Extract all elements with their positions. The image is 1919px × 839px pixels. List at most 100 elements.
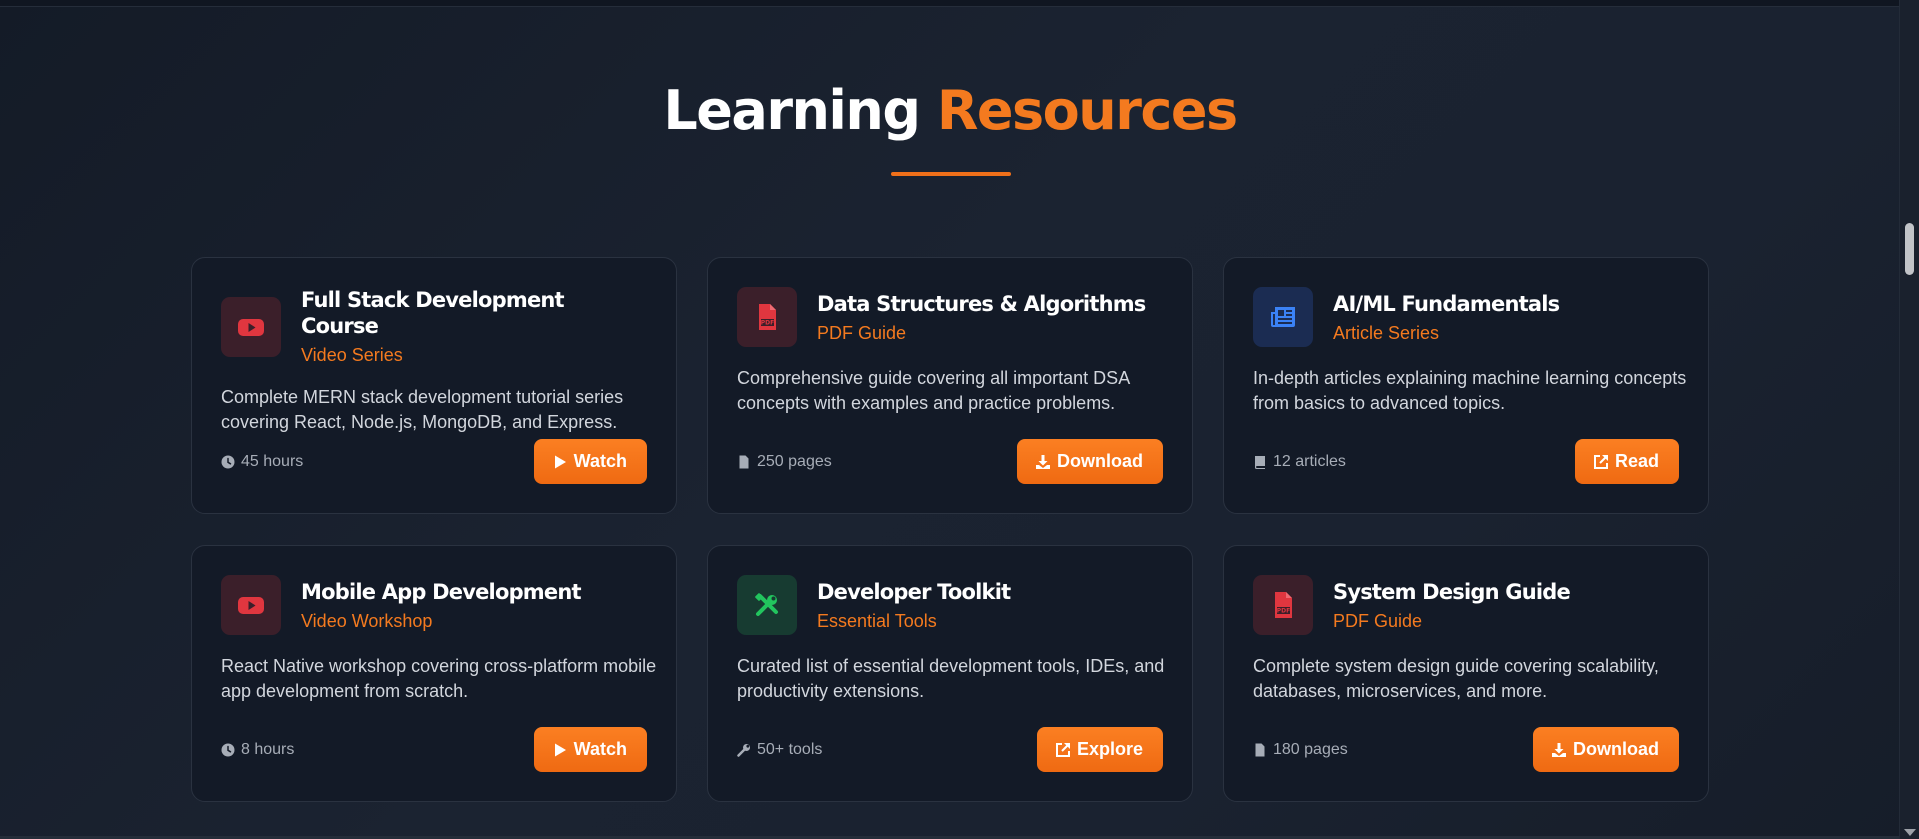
section-title-white: Learning <box>663 79 921 142</box>
play-icon <box>552 742 574 758</box>
card-header: AI/ML Fundamentals Article Series <box>1253 287 1679 347</box>
card-meta: 8 hours <box>221 741 294 759</box>
play-icon <box>552 454 574 470</box>
card-header: PDF System Design Guide PDF Guide <box>1253 575 1679 635</box>
card-icon-tile: PDF <box>1253 575 1313 635</box>
card-meta-text: 50+ tools <box>757 740 823 758</box>
download-button[interactable]: Download <box>1533 727 1679 772</box>
resources-grid: Full Stack Development Course Video Seri… <box>191 257 1709 802</box>
card-type: Video Series <box>301 345 403 365</box>
card-heading: Data Structures & Algorithms PDF Guide <box>817 291 1146 344</box>
card-icon-tile: PDF <box>737 287 797 347</box>
youtube-icon <box>236 590 266 620</box>
card-footer: 180 pages Download <box>1253 727 1679 772</box>
card-heading: Mobile App Development Video Workshop <box>301 579 582 632</box>
card-meta-text: 45 hours <box>241 452 304 470</box>
vertical-scrollbar[interactable] <box>1899 0 1919 839</box>
resource-card-toolkit: Developer Toolkit Essential Tools Curate… <box>707 545 1193 802</box>
card-icon-tile <box>221 575 281 635</box>
button-label: Explore <box>1076 739 1143 759</box>
card-footer: 50+ tools Explore <box>737 727 1163 772</box>
card-description: React Native workshop covering cross-pla… <box>221 656 657 701</box>
card-icon-tile <box>1253 287 1313 347</box>
card-footer: 8 hours Watch <box>221 727 647 772</box>
scroll-down-arrow-icon[interactable] <box>1904 829 1916 836</box>
download-button[interactable]: Download <box>1017 439 1163 484</box>
card-type: PDF Guide <box>1333 610 1423 631</box>
card-header: Full Stack Development Course Video Seri… <box>221 287 647 366</box>
button-label: Watch <box>573 739 627 759</box>
card-header: PDF Data Structures & Algorithms PDF Gui… <box>737 287 1163 347</box>
card-meta: 45 hours <box>221 453 303 471</box>
explore-button[interactable]: Explore <box>1036 727 1163 772</box>
card-heading: Full Stack Development Course Video Seri… <box>301 287 647 366</box>
card-title: AI/ML Fundamentals <box>1333 291 1560 316</box>
tools-icon <box>752 590 782 620</box>
resource-card-full-stack: Full Stack Development Course Video Seri… <box>191 257 677 514</box>
download-icon <box>1035 454 1057 470</box>
resource-card-mobile-app: Mobile App Development Video Workshop Re… <box>191 545 677 802</box>
card-heading: AI/ML Fundamentals Article Series <box>1333 291 1560 344</box>
external-link-icon <box>1593 454 1615 470</box>
file-icon <box>1253 743 1273 757</box>
pdf-icon: PDF <box>1268 590 1298 620</box>
card-icon-tile <box>737 575 797 635</box>
section-title-accent: Resources <box>936 79 1238 142</box>
newspaper-icon <box>1268 302 1298 332</box>
card-footer: 45 hours Watch <box>221 439 647 484</box>
card-meta-text: 12 articles <box>1273 452 1346 470</box>
card-meta-text: 250 pages <box>757 452 832 470</box>
card-title: Mobile App Development <box>301 579 582 604</box>
section-title: Learning Resources <box>0 78 1900 144</box>
card-footer: 250 pages Download <box>737 439 1163 484</box>
card-meta-text: 8 hours <box>241 740 295 758</box>
top-section-edge <box>0 0 1900 7</box>
button-label: Download <box>1573 739 1659 759</box>
card-description: Comprehensive guide covering all importa… <box>737 368 1130 413</box>
card-icon-tile <box>221 296 281 357</box>
card-title: System Design Guide <box>1333 579 1571 604</box>
button-label: Read <box>1614 451 1659 471</box>
download-icon <box>1551 742 1573 758</box>
watch-button[interactable]: Watch <box>533 439 647 484</box>
card-type: PDF Guide <box>817 322 907 343</box>
resource-card-dsa: PDF Data Structures & Algorithms PDF Gui… <box>707 257 1193 514</box>
title-underline <box>891 172 1011 176</box>
pdf-icon: PDF <box>752 302 782 332</box>
wrench-icon <box>737 743 757 757</box>
card-footer: 12 articles Read <box>1253 439 1679 484</box>
clock-icon <box>221 455 241 469</box>
resource-card-system-design: PDF System Design Guide PDF Guide Comple… <box>1223 545 1709 802</box>
card-description: Complete MERN stack development tutorial… <box>221 387 624 432</box>
resource-card-ai-ml: AI/ML Fundamentals Article Series In-dep… <box>1223 257 1709 514</box>
book-icon <box>1253 455 1273 469</box>
file-icon <box>737 455 757 469</box>
card-type: Article Series <box>1333 322 1440 343</box>
card-type: Essential Tools <box>817 610 937 631</box>
card-meta: 50+ tools <box>737 741 822 759</box>
card-title: Data Structures & Algorithms <box>817 291 1146 316</box>
card-title: Developer Toolkit <box>817 579 1011 604</box>
card-meta-text: 180 pages <box>1273 740 1348 758</box>
card-meta: 180 pages <box>1253 741 1348 759</box>
button-label: Watch <box>573 451 627 471</box>
scrollbar-thumb[interactable] <box>1905 223 1914 275</box>
card-header: Developer Toolkit Essential Tools <box>737 575 1163 635</box>
card-title: Full Stack Development Course <box>301 288 565 338</box>
card-heading: Developer Toolkit Essential Tools <box>817 579 1011 632</box>
svg-text:PDF: PDF <box>761 320 774 327</box>
youtube-icon <box>236 312 266 342</box>
svg-text:PDF: PDF <box>1277 608 1290 615</box>
card-description: Curated list of essential development to… <box>737 656 1165 701</box>
card-meta: 12 articles <box>1253 453 1346 471</box>
card-heading: System Design Guide PDF Guide <box>1333 579 1571 632</box>
card-header: Mobile App Development Video Workshop <box>221 575 647 635</box>
card-description: Complete system design guide covering sc… <box>1253 656 1659 701</box>
read-button[interactable]: Read <box>1574 439 1679 484</box>
button-label: Download <box>1057 451 1143 471</box>
card-type: Video Workshop <box>301 610 433 631</box>
watch-button[interactable]: Watch <box>533 727 647 772</box>
external-link-icon <box>1055 742 1077 758</box>
card-meta: 250 pages <box>737 453 832 471</box>
clock-icon <box>221 743 241 757</box>
